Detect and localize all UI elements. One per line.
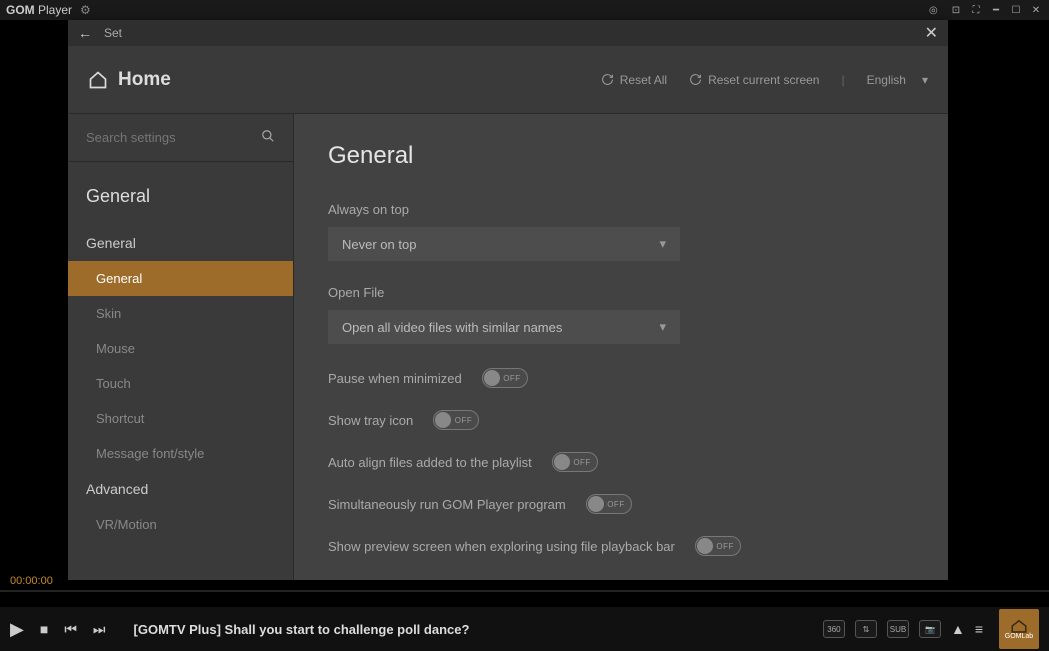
caret-down-icon: ▾ <box>922 73 928 87</box>
caret-down-icon: ▾ <box>659 319 666 335</box>
fullscreen-icon[interactable]: ⛶ <box>969 4 983 16</box>
back-arrow-icon[interactable]: ← <box>78 25 92 41</box>
home-icon <box>88 70 108 90</box>
reset-all-button[interactable]: Reset All <box>601 73 667 87</box>
minimize-icon[interactable]: ━ <box>989 4 1003 16</box>
toggle-knob <box>697 538 713 554</box>
reset-icon <box>689 73 702 86</box>
dialog-close-icon[interactable]: ✕ <box>925 23 938 43</box>
toggle-simul-run[interactable]: OFF <box>586 494 632 514</box>
play-button[interactable]: ▶ <box>10 619 24 640</box>
reset-current-button[interactable]: Reset current screen <box>689 73 819 87</box>
toggle-knob <box>554 454 570 470</box>
search-input[interactable] <box>86 130 246 145</box>
dialog-top-bar: ← Set ✕ <box>68 20 948 46</box>
marquee-text: [GOMTV Plus] Shall you start to challeng… <box>134 622 470 637</box>
settings-main: General Always on top Never on top ▾ Ope… <box>294 114 948 580</box>
seek-bar[interactable] <box>0 590 1049 592</box>
toggle-knob <box>588 496 604 512</box>
toggle-preview-screen[interactable]: OFF <box>695 536 741 556</box>
screenshot-button[interactable]: 📷 <box>919 620 941 638</box>
eq-button[interactable]: ⇅ <box>855 620 877 638</box>
reset-icon <box>601 73 614 86</box>
open-file-label: Open File <box>328 285 914 300</box>
sidebar-item-mouse[interactable]: Mouse <box>68 331 293 366</box>
gear-icon[interactable]: ⚙ <box>80 3 91 17</box>
sidebar-item-general[interactable]: General <box>68 261 293 296</box>
toggle-knob <box>484 370 500 386</box>
home-button[interactable]: Home <box>88 69 171 91</box>
toggle-label-pause-minimized: Pause when minimized <box>328 371 462 386</box>
always-on-top-select[interactable]: Never on top ▾ <box>328 227 680 261</box>
sidebar-section-advanced[interactable]: Advanced <box>68 471 293 507</box>
volume-indicator-icon[interactable]: ━ ◎ ─ <box>929 4 943 16</box>
next-button[interactable]: ⏭ <box>93 621 106 638</box>
dialog-header: Home Reset All Reset current screen | En… <box>68 46 948 114</box>
toggle-auto-align[interactable]: OFF <box>552 452 598 472</box>
always-on-top-label: Always on top <box>328 202 914 217</box>
search-row <box>68 114 293 162</box>
eject-icon[interactable]: ▲ <box>951 621 965 637</box>
language-select[interactable]: English ▾ <box>867 73 928 87</box>
toggle-label-auto-align: Auto align files added to the playlist <box>328 455 532 470</box>
sidebar-item-shortcut[interactable]: Shortcut <box>68 401 293 436</box>
toggle-label-tray-icon: Show tray icon <box>328 413 413 428</box>
sidebar-section-general[interactable]: General <box>68 225 293 261</box>
pip-icon[interactable]: ⊡ <box>949 4 963 16</box>
toggle-pause-minimized[interactable]: OFF <box>482 368 528 388</box>
search-icon[interactable] <box>261 129 275 146</box>
caret-down-icon: ▾ <box>659 236 666 252</box>
toggle-knob <box>435 412 451 428</box>
prev-button[interactable]: ⏮ <box>64 621 77 638</box>
app-titlebar: GOM Player ⚙ ━ ◎ ─ ⊡ ⛶ ━ ☐ ✕ <box>0 0 1049 20</box>
dialog-title: Set <box>104 26 122 40</box>
vr360-button[interactable]: 360 <box>823 620 845 638</box>
sidebar-item-skin[interactable]: Skin <box>68 296 293 331</box>
toggle-label-simul-run: Simultaneously run GOM Player program <box>328 497 566 512</box>
settings-dialog: ← Set ✕ Home Reset All Reset current scr… <box>68 20 948 580</box>
sidebar-item-message-font[interactable]: Message font/style <box>68 436 293 471</box>
menu-icon[interactable]: ≡ <box>975 621 983 637</box>
stop-button[interactable]: ■ <box>40 621 48 637</box>
sidebar-item-vr-motion[interactable]: VR/Motion <box>68 507 293 542</box>
sidebar-category: General <box>68 186 293 225</box>
settings-sidebar: General General General Skin Mouse Touch… <box>68 114 294 580</box>
gomlab-button[interactable]: GOMLab <box>999 609 1039 649</box>
page-title: General <box>328 142 914 170</box>
sidebar-item-touch[interactable]: Touch <box>68 366 293 401</box>
open-file-select[interactable]: Open all video files with similar names … <box>328 310 680 344</box>
app-title: GOM Player <box>6 3 72 17</box>
maximize-icon[interactable]: ☐ <box>1009 4 1023 16</box>
window-close-icon[interactable]: ✕ <box>1029 4 1043 16</box>
toggle-tray-icon[interactable]: OFF <box>433 410 479 430</box>
divider: | <box>841 73 844 87</box>
subtitle-button[interactable]: SUB <box>887 620 909 638</box>
time-display: 00:00:00 <box>10 575 53 587</box>
toggle-label-preview-screen: Show preview screen when exploring using… <box>328 539 675 554</box>
home-label: Home <box>118 69 171 91</box>
player-controls: ▶ ■ ⏮ ⏭ [GOMTV Plus] Shall you start to … <box>0 607 1049 651</box>
